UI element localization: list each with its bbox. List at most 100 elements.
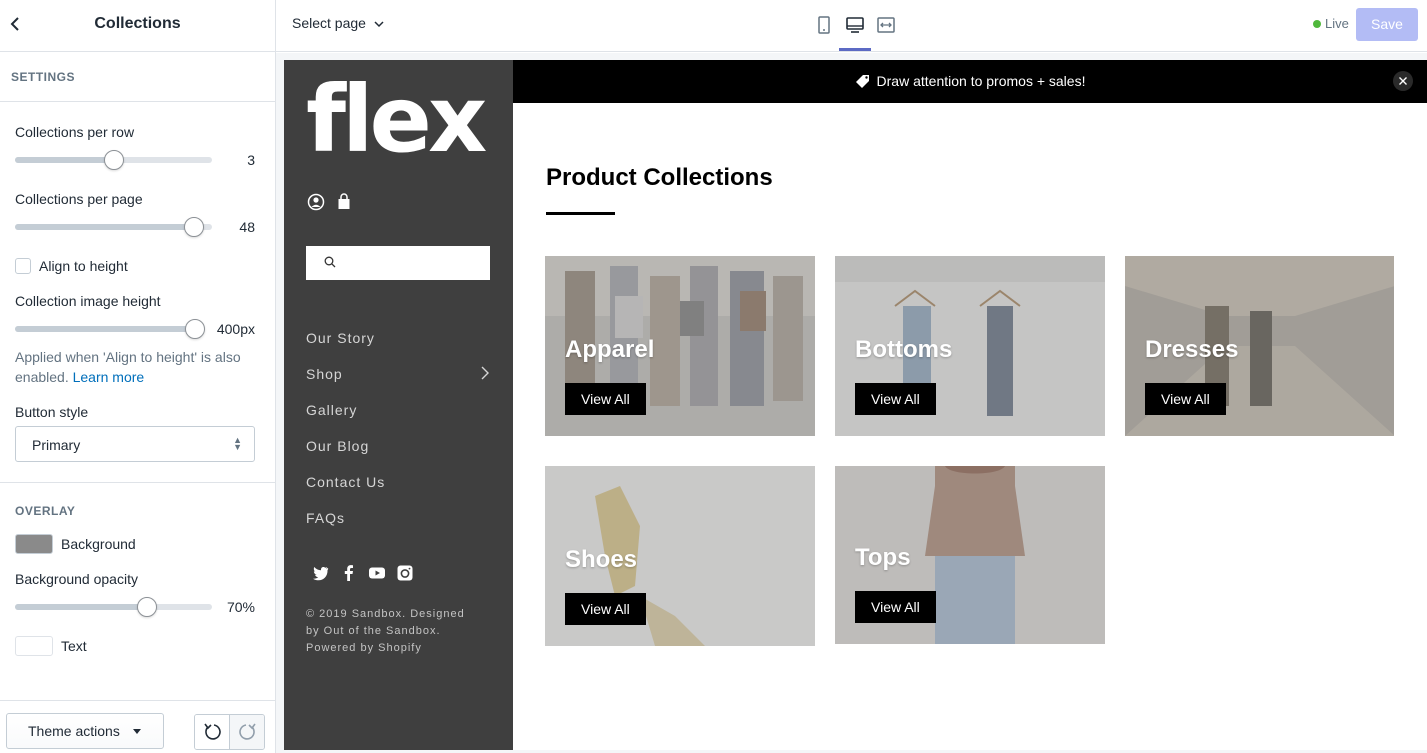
background-label: Background [61,536,136,552]
collection-card-apparel[interactable]: Apparel View All [545,256,815,436]
collections-per-page-label: Collections per page [15,191,143,207]
slider-thumb[interactable] [185,319,205,339]
fullscreen-view-button[interactable] [875,14,897,36]
account-icon[interactable] [307,193,325,211]
slider-thumb[interactable] [136,597,157,617]
view-all-button[interactable]: View All [855,591,936,623]
view-all-button[interactable]: View All [565,383,646,415]
panel-footer: Theme actions [0,700,275,753]
store-search-input[interactable] [306,246,490,280]
nav-item-gallery[interactable]: Gallery [306,402,490,418]
redo-button[interactable] [230,715,264,749]
store-logo[interactable]: flex [306,70,487,170]
align-to-height-checkbox[interactable] [15,258,31,274]
undo-icon [204,723,221,740]
image-height-value: 400px [216,321,255,337]
search-icon [324,256,336,268]
twitter-icon[interactable] [311,564,329,582]
overlay-label: OVERLAY [15,504,76,518]
collection-card-dresses[interactable]: Dresses View All [1125,256,1394,436]
active-device-indicator [839,48,871,51]
collections-per-row-label: Collections per row [15,124,135,140]
nav-item-label: Gallery [306,402,358,418]
live-status-dot [1313,20,1321,28]
slider-thumb[interactable] [103,150,124,170]
nav-item-label: Our Blog [306,438,370,454]
image-height-label: Collection image height [15,293,161,309]
mobile-icon [818,16,830,34]
nav-item-label: Shop [306,366,343,382]
view-all-button[interactable]: View All [565,593,646,625]
settings-panel: Collections SETTINGS Collections per row… [0,0,276,753]
settings-section-header: SETTINGS [0,52,275,102]
youtube-icon[interactable] [368,564,386,582]
button-style-select[interactable]: Primary ▲ ▼ [15,426,255,462]
collection-card-bottoms[interactable]: Bottoms View All [835,256,1105,436]
redo-icon [239,723,256,740]
section-divider [0,482,275,483]
align-to-height-label: Align to height [39,258,128,274]
select-page-label: Select page [292,15,366,31]
slider-fill [15,326,195,332]
collection-title: Apparel [565,336,655,363]
facebook-icon[interactable] [340,564,358,582]
promo-close-button[interactable] [1393,71,1413,91]
collection-title: Dresses [1145,336,1239,363]
nav-item-our-blog[interactable]: Our Blog [306,438,490,454]
settings-label: SETTINGS [11,70,76,84]
select-page-dropdown[interactable]: Select page [292,15,384,31]
store-preview: flex Our Story Shop Gallery Our Blog Con… [284,60,1427,750]
store-sidebar: flex Our Story Shop Gallery Our Blog Con… [284,60,513,750]
collection-card-shoes[interactable]: Shoes View All [545,466,815,646]
chevron-right-icon [481,366,489,380]
promo-bar: Draw attention to promos + sales! [513,60,1427,103]
price-tag-icon [855,75,869,88]
collections-per-page-slider[interactable] [15,217,212,237]
desktop-icon [846,17,864,33]
slider-fill [15,604,147,610]
save-button[interactable]: Save [1356,8,1418,41]
view-all-button[interactable]: View All [855,383,936,415]
nav-item-contact-us[interactable]: Contact Us [306,474,490,490]
collection-title: Bottoms [855,336,953,363]
select-arrows-icon: ▲ ▼ [233,435,242,452]
slider-fill [15,157,114,163]
editor-topbar: Select page Live Save [276,0,1427,52]
panel-title: Collections [94,15,181,32]
chevron-down-icon [374,21,384,28]
text-color-swatch[interactable] [15,636,53,656]
learn-more-link[interactable]: Learn more [73,369,145,385]
background-color-swatch[interactable] [15,534,53,554]
image-height-slider[interactable] [15,319,205,339]
text-color-label: Text [61,638,87,654]
nav-item-faqs[interactable]: FAQs [306,510,490,526]
nav-item-label: Our Story [306,330,375,346]
button-style-value: Primary [32,437,81,453]
theme-actions-label: Theme actions [28,723,120,739]
background-opacity-slider[interactable] [15,597,212,617]
collection-card-tops[interactable]: Tops View All [835,466,1105,644]
promo-text: Draw attention to promos + sales! [876,73,1086,89]
heading-underline [546,212,615,215]
store-copyright: © 2019 Sandbox. Designed by Out of the S… [306,608,465,654]
slider-fill [15,224,195,230]
promo-message: Draw attention to promos + sales! [513,73,1427,89]
collections-per-row-slider[interactable] [15,150,212,170]
undo-redo-group [194,714,265,750]
collection-title: Shoes [565,546,638,573]
button-style-label: Button style [15,404,89,420]
slider-thumb[interactable] [184,217,205,237]
instagram-icon[interactable] [396,564,414,582]
fullscreen-icon [877,17,895,33]
nav-item-shop[interactable]: Shop [306,366,490,382]
cart-bag-icon[interactable] [337,193,351,211]
nav-item-our-story[interactable]: Our Story [306,330,490,346]
desktop-view-button[interactable] [844,14,866,36]
background-opacity-value: 70% [226,599,255,615]
nav-item-label: Contact Us [306,474,386,490]
mobile-view-button[interactable] [813,14,835,36]
theme-actions-button[interactable]: Theme actions [6,713,164,749]
undo-button[interactable] [195,715,230,749]
view-all-button[interactable]: View All [1145,383,1226,415]
live-status-label: Live [1325,16,1349,31]
